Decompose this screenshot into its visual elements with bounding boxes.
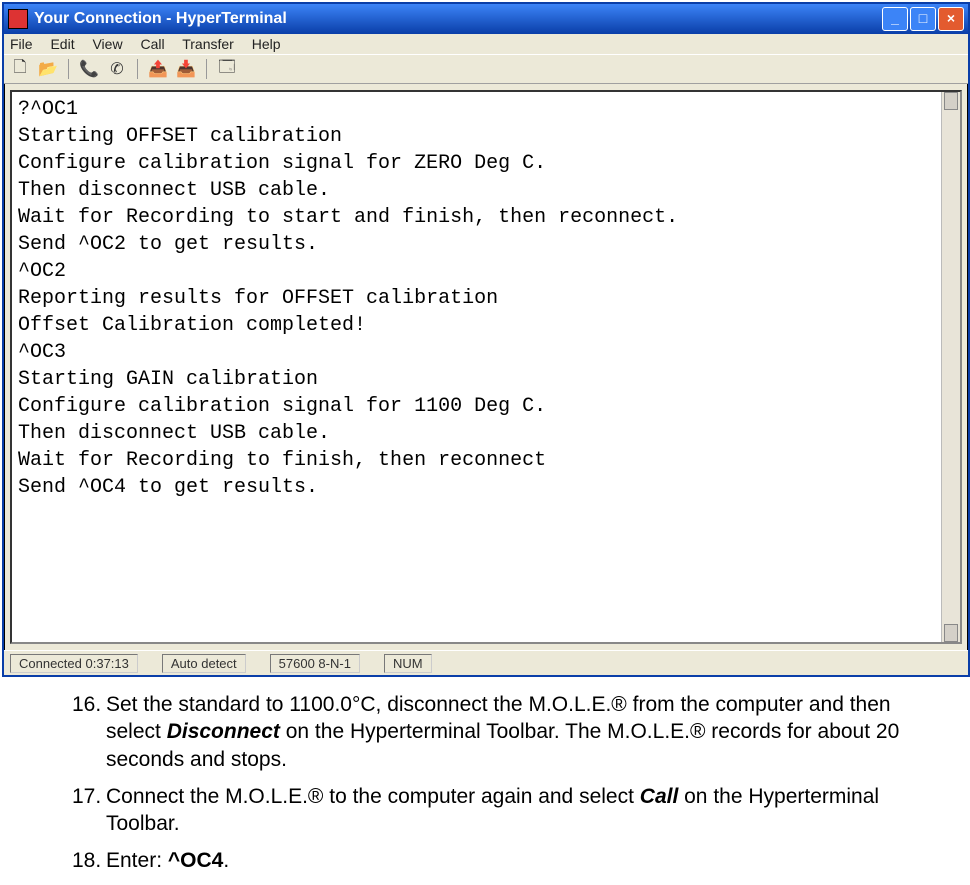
terminal-line: ^OC2 (18, 260, 66, 283)
step-text: Set the standard to 1100.0°C, disconnect… (106, 691, 942, 773)
statusbar: Connected 0:37:13 Auto detect 57600 8-N-… (4, 650, 968, 675)
menu-view[interactable]: View (92, 36, 122, 52)
status-connected: Connected 0:37:13 (10, 654, 138, 673)
toolbar-separator (68, 59, 69, 79)
toolbar: 🗋 📂 📞 ✆ 📤 📥 🗔 (4, 54, 968, 84)
menu-transfer[interactable]: Transfer (182, 36, 234, 52)
status-num: NUM (384, 654, 432, 673)
step-text: Enter: ^OC4. (106, 847, 229, 874)
new-icon[interactable]: 🗋 (10, 59, 30, 79)
titlebar-left: Your Connection - HyperTerminal (8, 9, 287, 29)
titlebar[interactable]: Your Connection - HyperTerminal _ □ × (4, 4, 968, 34)
menu-edit[interactable]: Edit (50, 36, 74, 52)
menu-file[interactable]: File (10, 36, 33, 52)
menubar: File Edit View Call Transfer Help (4, 34, 968, 54)
step-number: 17. (72, 783, 106, 838)
terminal-line: Then disconnect USB cable. (18, 179, 330, 202)
terminal-line: Send ^OC2 to get results. (18, 233, 318, 256)
text-emphasis: Disconnect (167, 720, 280, 743)
terminal-line: ?^OC1 (18, 98, 78, 121)
menu-call[interactable]: Call (140, 36, 164, 52)
open-icon[interactable]: 📂 (38, 59, 58, 79)
terminal-area: ?^OC1 Starting OFFSET calibration Config… (10, 90, 962, 644)
terminal-line: Starting OFFSET calibration (18, 125, 342, 148)
receive-icon[interactable]: 📥 (176, 59, 196, 79)
instruction-16: 16. Set the standard to 1100.0°C, discon… (72, 691, 942, 773)
toolbar-separator (206, 59, 207, 79)
step-number: 16. (72, 691, 106, 773)
vertical-scrollbar[interactable] (941, 92, 960, 642)
disconnect-icon[interactable]: ✆ (107, 59, 127, 79)
terminal-line: Configure calibration signal for 1100 De… (18, 395, 546, 418)
close-button[interactable]: × (938, 7, 964, 31)
properties-icon[interactable]: 🗔 (217, 59, 237, 79)
terminal-line: Starting GAIN calibration (18, 368, 318, 391)
terminal-line: Reporting results for OFFSET calibration (18, 287, 498, 310)
terminal-line: Offset Calibration completed! (18, 314, 366, 337)
text-emphasis: Call (640, 785, 679, 808)
terminal-line: Send ^OC4 to get results. (18, 476, 318, 499)
terminal-line: Configure calibration signal for ZERO De… (18, 152, 546, 175)
call-icon[interactable]: 📞 (79, 59, 99, 79)
text-run: Enter: (106, 849, 168, 872)
step-text: Connect the M.O.L.E.® to the computer ag… (106, 783, 942, 838)
maximize-button[interactable]: □ (910, 7, 936, 31)
terminal-line: Wait for Recording to finish, then recon… (18, 449, 546, 472)
text-run: Connect the M.O.L.E.® to the computer ag… (106, 785, 640, 808)
window-controls: _ □ × (882, 7, 964, 31)
instruction-18: 18. Enter: ^OC4. (72, 847, 942, 874)
status-autodetect: Auto detect (162, 654, 246, 673)
toolbar-separator (137, 59, 138, 79)
menu-help[interactable]: Help (252, 36, 281, 52)
instruction-list: 16. Set the standard to 1100.0°C, discon… (72, 691, 942, 875)
terminal-output[interactable]: ?^OC1 Starting OFFSET calibration Config… (12, 92, 941, 642)
hyperterminal-window: Your Connection - HyperTerminal _ □ × Fi… (2, 2, 970, 677)
terminal-line: Then disconnect USB cable. (18, 422, 330, 445)
terminal-line: Wait for Recording to start and finish, … (18, 206, 678, 229)
status-baud: 57600 8-N-1 (270, 654, 360, 673)
text-bold: ^OC4 (168, 849, 223, 872)
step-number: 18. (72, 847, 106, 874)
text-run: . (223, 849, 229, 872)
minimize-button[interactable]: _ (882, 7, 908, 31)
terminal-line: ^OC3 (18, 341, 66, 364)
window-title: Your Connection - HyperTerminal (34, 10, 287, 28)
send-icon[interactable]: 📤 (148, 59, 168, 79)
instruction-17: 17. Connect the M.O.L.E.® to the compute… (72, 783, 942, 838)
app-icon (8, 9, 28, 29)
